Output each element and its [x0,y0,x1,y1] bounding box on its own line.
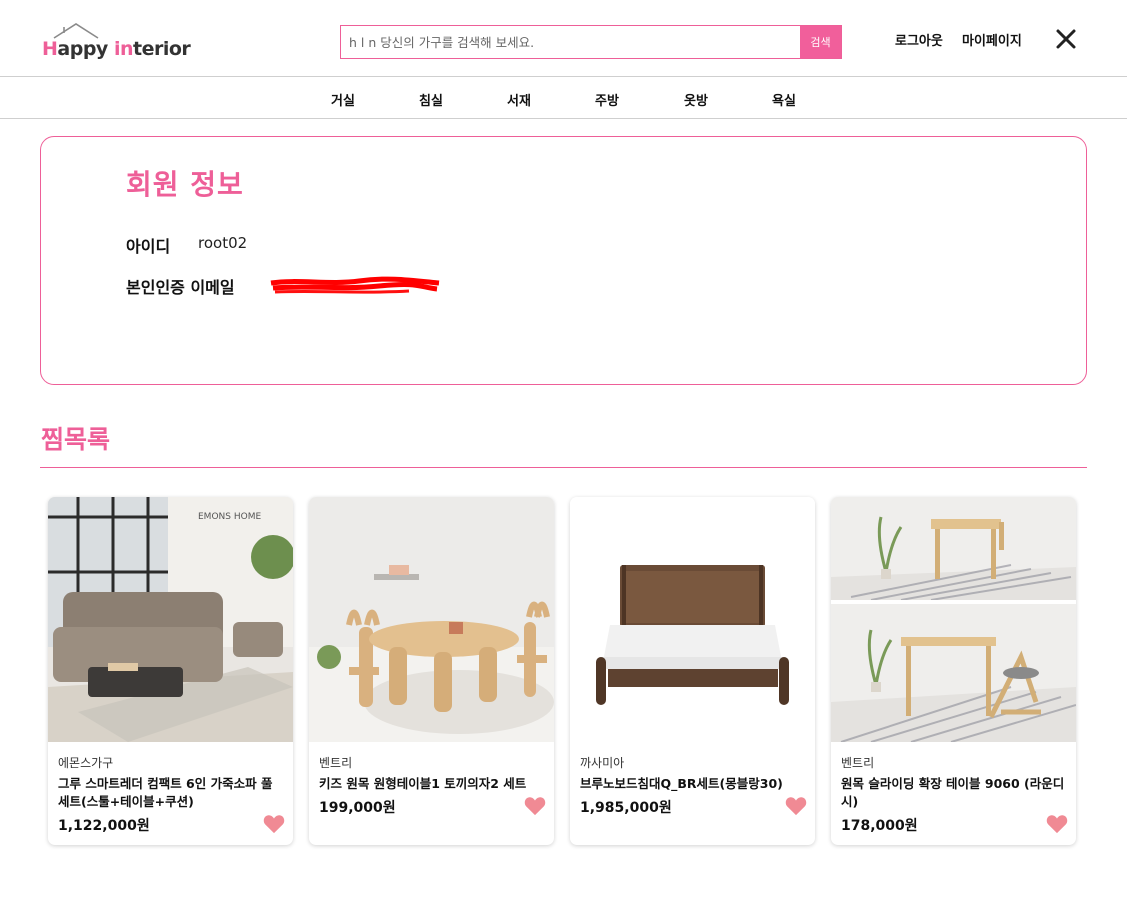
member-info-title: 회원 정보 [126,168,244,201]
logo-text: Happy interior [42,38,191,60]
product-name[interactable]: 키즈 원목 원형테이블1 토끼의자2 세트 [319,775,544,793]
product-brand: 에몬스가구 [58,756,114,770]
email-redaction [270,276,440,294]
logout-link[interactable]: 로그아웃 [895,30,943,49]
logo[interactable]: Happy interior [42,22,191,62]
wishlist-card[interactable]: 벤트리 원목 슬라이딩 확장 테이블 9060 (라운디시) 178,000원 [831,497,1076,845]
product-name[interactable]: 그루 스마트레더 컴팩트 6인 가죽소파 풀세트(스툴+테이블+쿠션) [58,775,283,811]
product-price: 1,985,000원 [580,800,672,816]
nav-item-bathroom[interactable]: 욕실 [772,90,796,109]
product-price: 178,000원 [841,818,918,834]
wishlist-card[interactable]: EMONS HOME 에몬스가구 그루 스마트레더 컴팩트 6인 가죽소파 풀세… [48,497,293,845]
heart-icon[interactable] [524,795,546,817]
product-name[interactable]: 브루노보드침대Q_BR세트(몽블랑30) [580,775,805,793]
product-image-kids-table [309,497,554,742]
search-bar: 검색 [340,25,842,59]
logo-word-happy: appy [57,38,114,60]
logo-letters-in: in [113,38,134,60]
logo-word-terior: terior [132,38,191,60]
heart-icon[interactable] [1046,813,1068,835]
search-button[interactable]: 검색 [800,26,841,58]
search-input[interactable] [341,26,801,58]
product-image-sliding-table [831,497,1076,742]
id-label: 아이디 [126,237,171,256]
header: Happy interior 검색 로그아웃 마이페이지 [0,0,1127,77]
logo-letter-h: H [42,38,58,60]
heart-icon[interactable] [785,795,807,817]
wishlist-card[interactable]: 벤트리 키즈 원목 원형테이블1 토끼의자2 세트 199,000원 [309,497,554,845]
product-brand: 벤트리 [841,756,875,770]
product-image-brand-text: EMONS HOME [198,512,261,522]
wishlist-divider [40,467,1087,468]
nav-item-bedroom[interactable]: 침실 [419,90,443,109]
wishlist-title: 찜목록 [41,425,111,454]
id-value: root02 [198,234,248,252]
nav-item-kitchen[interactable]: 주방 [595,90,619,109]
product-name[interactable]: 원목 슬라이딩 확장 테이블 9060 (라운디시) [841,775,1066,811]
product-image-bed [570,497,815,742]
nav-item-dressroom[interactable]: 옷방 [684,90,708,109]
heart-icon[interactable] [263,813,285,835]
product-image-sofa: EMONS HOME [48,497,293,742]
nav-item-living-room[interactable]: 거실 [331,90,355,109]
mypage-link[interactable]: 마이페이지 [962,30,1022,49]
category-nav: 거실 침실 서재 주방 옷방 욕실 [0,77,1127,119]
wishlist-card[interactable]: 까사미아 브루노보드침대Q_BR세트(몽블랑30) 1,985,000원 [570,497,815,845]
member-info-panel: 회원 정보 아이디 root02 본인인증 이메일 [40,136,1087,385]
close-icon[interactable] [1055,28,1077,50]
product-brand: 까사미아 [580,756,625,770]
nav-item-study[interactable]: 서재 [507,90,531,109]
product-brand: 벤트리 [319,756,353,770]
product-price: 199,000원 [319,800,396,816]
product-price: 1,122,000원 [58,818,150,834]
email-label: 본인인증 이메일 [126,278,235,297]
